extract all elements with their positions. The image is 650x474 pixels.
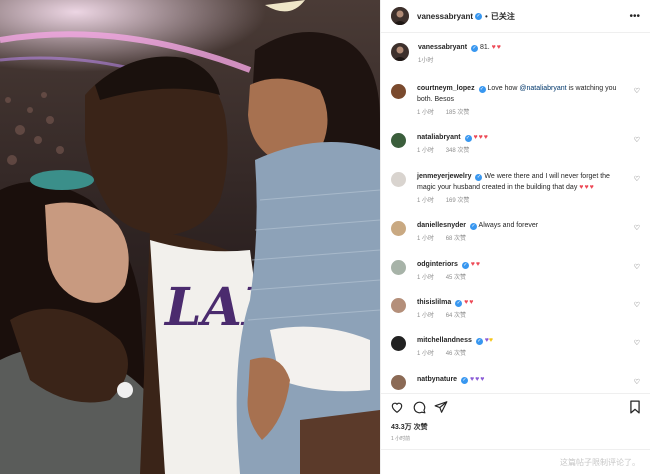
verified-badge-icon: ✓: [464, 135, 472, 142]
verified-badge-icon: ✓: [475, 338, 483, 345]
like-comment-heart-icon[interactable]: ♡: [634, 224, 640, 232]
comment-likes[interactable]: 68 次赞: [446, 236, 466, 242]
author-username[interactable]: vanessabryant: [417, 12, 473, 21]
like-comment-heart-icon[interactable]: ♡: [634, 378, 640, 386]
verified-badge-icon: ✓: [469, 223, 477, 230]
commenter-avatar[interactable]: [391, 336, 406, 351]
comment-emoji: ♥♥♥: [473, 134, 489, 141]
comment-likes[interactable]: 45 次赞: [446, 275, 466, 281]
author-avatar-image: [391, 7, 409, 25]
commenter-username[interactable]: courtneym_lopez: [417, 85, 475, 92]
more-options-icon[interactable]: •••: [629, 11, 640, 22]
comment-emoji-yellow: ♥: [488, 337, 494, 344]
commenter-avatar[interactable]: [391, 172, 406, 187]
comment-item: nataliabryant ✓ ♥♥♥ 1 小时 348 次赞 ♡: [391, 132, 642, 157]
comment-emoji: ♥♥: [470, 261, 482, 268]
commenter-username[interactable]: odginteriors: [417, 261, 458, 268]
bookmark-icon: [630, 400, 640, 414]
comment-item: daniellesnyder ✓ Always and forever 1 小时…: [391, 220, 642, 245]
caption-username[interactable]: vanessabryant: [418, 44, 467, 51]
post-header: vanessabryant ✓ • 已关注 •••: [381, 0, 650, 33]
likes-count[interactable]: 43.3万 次赞: [391, 422, 428, 432]
like-comment-heart-icon[interactable]: ♡: [634, 263, 640, 271]
verified-badge-icon: ✓: [470, 45, 478, 52]
like-comment-heart-icon[interactable]: ♡: [634, 136, 640, 144]
comment-item: thisislilma ✓ ♥♥ 1 小时 64 次赞 ♡: [391, 297, 642, 322]
verified-badge-icon: ✓: [461, 262, 469, 269]
comments-restricted-notice: 这篇帖子限制评论了。: [560, 458, 640, 467]
caption-text: 81.: [479, 44, 490, 51]
caption-emoji: ♥♥: [491, 44, 502, 51]
mention-link[interactable]: @nataliabryant: [519, 85, 566, 92]
separator-dot: •: [485, 11, 488, 21]
comment-emoji-purple: ♥♥♥: [469, 376, 486, 383]
instagram-post: LAK vanessabryant ✓ • 已关注 ••• vanessabry…: [0, 0, 650, 474]
save-bookmark-button[interactable]: [629, 400, 641, 414]
like-comment-heart-icon[interactable]: ♡: [634, 339, 640, 347]
commenter-avatar[interactable]: [391, 133, 406, 148]
comment-emoji: ♥♥♥: [579, 184, 595, 191]
comment-likes[interactable]: 185 次赞: [446, 110, 470, 116]
author-avatar[interactable]: [391, 7, 409, 25]
comment-item: courtneym_lopez ✓ Love how @nataliabryan…: [391, 83, 642, 119]
caption: vanessabryant ✓ 81. ♥♥ 1小时: [391, 42, 642, 67]
photo-illustration: LAK: [0, 0, 380, 474]
comment-time: 1 小时: [417, 351, 435, 357]
action-icons: [390, 400, 448, 414]
commenter-username[interactable]: mitchellandness: [417, 337, 472, 344]
comment-time: 1 小时: [417, 313, 435, 319]
comment-time: 1 小时: [417, 148, 435, 154]
comment-text: Always and forever: [478, 222, 539, 229]
post-photo[interactable]: LAK: [0, 0, 380, 474]
comment-text: Love how: [487, 85, 520, 92]
like-comment-heart-icon[interactable]: ♡: [634, 301, 640, 309]
comment-bubble-icon[interactable]: [412, 400, 426, 414]
like-heart-icon[interactable]: [390, 400, 404, 414]
like-comment-heart-icon[interactable]: ♡: [634, 175, 640, 183]
like-comment-heart-icon[interactable]: ♡: [634, 87, 640, 95]
comment-time: 1 小时: [417, 110, 435, 116]
caption-time: 1小时: [418, 58, 434, 64]
comment-item: natbynature ✓ ♥♥♥ ♡: [391, 374, 642, 390]
following-status-button[interactable]: 已关注: [491, 11, 515, 22]
caption-avatar-image: [393, 46, 407, 61]
comment-likes[interactable]: 64 次赞: [446, 313, 466, 319]
comment-item: odginteriors ✓ ♥♥ 1 小时 45 次赞 ♡: [391, 259, 642, 284]
verified-badge-icon: ✓: [455, 300, 463, 307]
post-actions: 43.3万 次赞 1 小时前 这篇帖子限制评论了。: [381, 393, 650, 474]
commenter-avatar[interactable]: [391, 260, 406, 275]
comment-time: 1 小时: [417, 236, 435, 242]
caption-avatar[interactable]: [391, 43, 409, 61]
commenter-username[interactable]: nataliabryant: [417, 134, 461, 141]
commenter-avatar[interactable]: [391, 221, 406, 236]
comment-time: 1 小时: [417, 275, 435, 281]
commenter-avatar[interactable]: [391, 84, 406, 99]
commenter-username[interactable]: daniellesnyder: [417, 222, 466, 229]
commenter-username[interactable]: thisislilma: [417, 299, 451, 306]
comment-item: mitchellandness ✓ ♥♥ 1 小时 46 次赞 ♡: [391, 335, 642, 360]
verified-badge-icon: ✓: [475, 12, 483, 20]
post-side-panel: vanessabryant ✓ • 已关注 ••• vanessabryant …: [380, 0, 650, 474]
comment-item: jenmeyerjewelry ✓ We were there and I wi…: [391, 171, 642, 207]
share-send-icon[interactable]: [434, 400, 448, 414]
comment-likes[interactable]: 169 次赞: [446, 198, 470, 204]
commenter-username[interactable]: jenmeyerjewelry: [417, 173, 471, 180]
verified-badge-icon: ✓: [475, 174, 483, 181]
commenter-avatar[interactable]: [391, 298, 406, 313]
comment-likes[interactable]: 46 次赞: [446, 351, 466, 357]
comment-bar: 这篇帖子限制评论了。: [381, 449, 650, 474]
verified-badge-icon: ✓: [478, 86, 486, 93]
comment-time: 1 小时: [417, 198, 435, 204]
comment-likes[interactable]: 348 次赞: [446, 148, 470, 154]
commenter-avatar[interactable]: [391, 375, 406, 390]
comments-list[interactable]: vanessabryant ✓ 81. ♥♥ 1小时 courtneym_lop…: [381, 33, 650, 393]
verified-badge-icon: ✓: [461, 377, 469, 384]
comment-emoji: ♥♥: [464, 299, 475, 306]
commenter-username[interactable]: natbynature: [417, 376, 457, 383]
post-time: 1 小时前: [391, 436, 411, 442]
